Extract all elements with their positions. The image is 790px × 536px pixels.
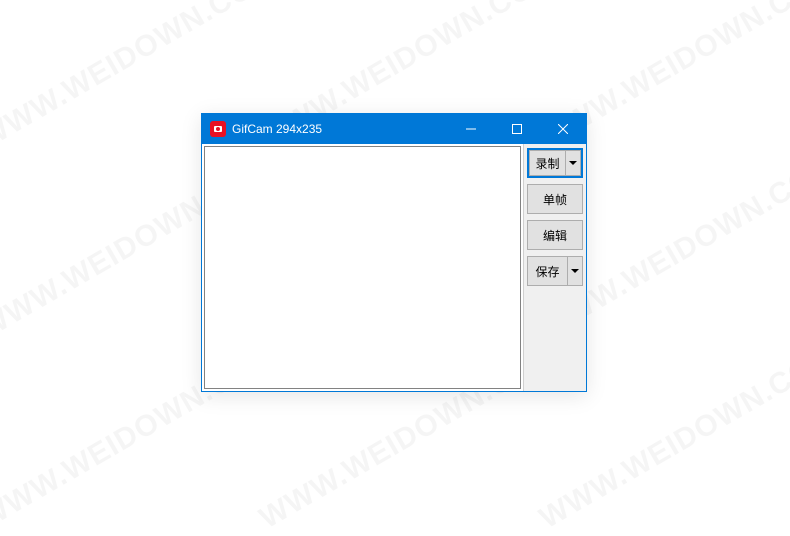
close-button[interactable] xyxy=(540,114,586,144)
window-title: GifCam 294x235 xyxy=(232,122,448,136)
minimize-button[interactable] xyxy=(448,114,494,144)
app-icon xyxy=(210,121,226,137)
save-dropdown-button[interactable] xyxy=(568,256,583,286)
titlebar[interactable]: GifCam 294x235 xyxy=(202,114,586,144)
record-button-group: 录制 xyxy=(527,148,583,178)
save-button[interactable]: 保存 xyxy=(527,256,568,286)
frame-button[interactable]: 单帧 xyxy=(527,184,583,214)
save-button-group: 保存 xyxy=(527,256,583,286)
record-button[interactable]: 录制 xyxy=(529,150,566,176)
window-controls xyxy=(448,114,586,144)
app-window: GifCam 294x235 录制 单帧 编辑 保存 xyxy=(201,113,587,392)
capture-area[interactable] xyxy=(204,146,521,389)
record-dropdown-button[interactable] xyxy=(566,150,581,176)
window-body: 录制 单帧 编辑 保存 xyxy=(202,144,586,391)
chevron-down-icon xyxy=(569,161,577,165)
maximize-button[interactable] xyxy=(494,114,540,144)
edit-button[interactable]: 编辑 xyxy=(527,220,583,250)
sidebar: 录制 单帧 编辑 保存 xyxy=(523,144,586,391)
chevron-down-icon xyxy=(571,269,579,273)
